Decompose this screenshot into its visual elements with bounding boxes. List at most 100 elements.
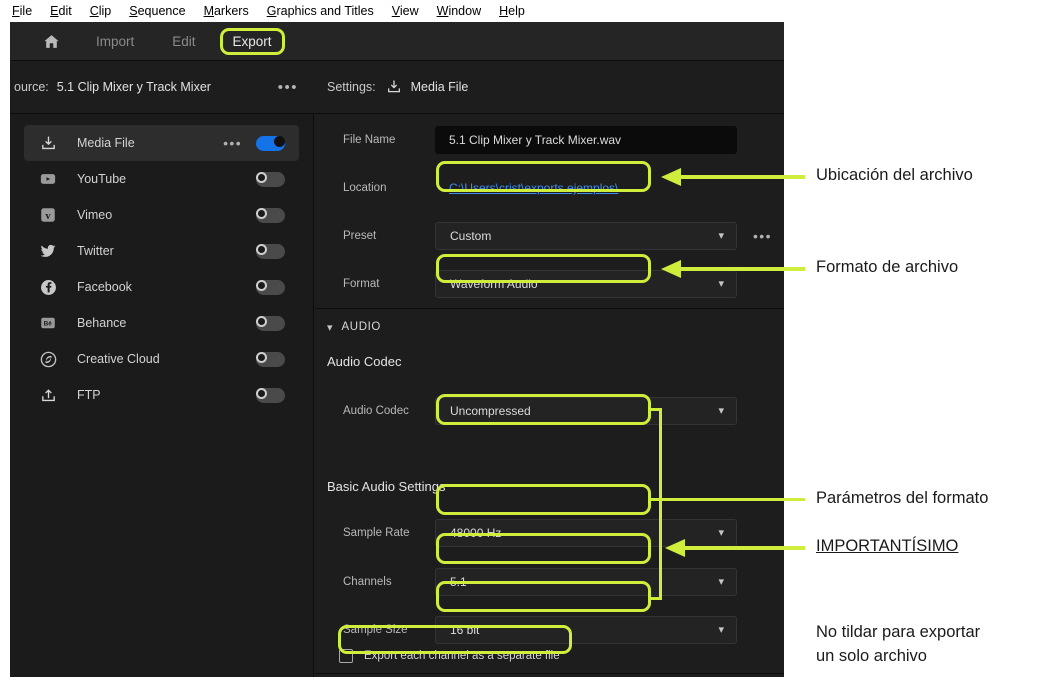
- audio-codec-value: Uncompressed: [450, 404, 531, 418]
- youtube-icon: [37, 168, 59, 190]
- basic-audio-settings-group-title: Basic Audio Settings: [327, 479, 446, 494]
- field-row-channels: Channels 5.1 ▾: [315, 565, 784, 599]
- menu-item-help[interactable]: Help: [499, 4, 525, 18]
- field-row-sample-rate: Sample Rate 48000 Hz ▾: [315, 516, 784, 550]
- sidebar-toggle-behance[interactable]: [256, 315, 285, 331]
- sidebar-item-more-button[interactable]: •••: [223, 136, 242, 150]
- chevron-down-icon: ▾: [718, 526, 724, 539]
- field-row-sample-size: Sample Size 16 bit ▾: [315, 613, 784, 647]
- export-each-channel-checkbox[interactable]: [339, 649, 353, 663]
- preset-dropdown[interactable]: Custom ▾: [435, 222, 737, 250]
- file-name-value: 5.1 Clip Mixer y Track Mixer.wav: [449, 133, 622, 147]
- annotation-format: Formato de archivo: [816, 258, 959, 276]
- channels-value: 5.1: [450, 575, 467, 589]
- sample-rate-label: Sample Rate: [343, 527, 410, 539]
- svg-text:Bē: Bē: [44, 321, 53, 328]
- behance-icon: Bē: [37, 312, 59, 334]
- audio-codec-label: Audio Codec: [343, 405, 409, 417]
- sidebar-toggle-youtube[interactable]: [256, 171, 285, 187]
- sample-size-value: 16 bit: [450, 623, 480, 637]
- menu-item-edit[interactable]: Edit: [50, 4, 72, 18]
- audio-codec-dropdown[interactable]: Uncompressed ▾: [435, 397, 737, 425]
- channels-label: Channels: [343, 576, 392, 588]
- toggle-knob: [256, 243, 267, 255]
- field-row-preset: Preset Custom ▾ •••: [315, 219, 784, 253]
- sidebar-item-creative-cloud[interactable]: Creative Cloud: [24, 341, 299, 377]
- preset-more-button[interactable]: •••: [753, 229, 772, 243]
- sidebar-item-youtube[interactable]: YouTube: [24, 161, 299, 197]
- sidebar-toggle-ftp[interactable]: [256, 387, 285, 403]
- location-label: Location: [343, 182, 387, 194]
- sidebar-item-label: Creative Cloud: [77, 352, 160, 366]
- sidebar-item-label: YouTube: [77, 172, 127, 186]
- sidebar-item-label: FTP: [77, 388, 101, 402]
- preset-value: Custom: [450, 229, 492, 243]
- menu-item-sequence[interactable]: Sequence: [129, 4, 185, 18]
- mode-tab-strip: Import Edit Export: [10, 22, 784, 61]
- tab-edit[interactable]: Edit: [164, 30, 203, 53]
- menu-item-markers[interactable]: Markers: [204, 4, 249, 18]
- sidebar-item-media-file[interactable]: Media File •••: [24, 125, 299, 161]
- sidebar-item-label: Vimeo: [77, 208, 113, 222]
- chevron-down-icon: ▾: [718, 229, 724, 242]
- field-row-file-name: File Name 5.1 Clip Mixer y Track Mixer.w…: [315, 123, 784, 157]
- file-name-label: File Name: [343, 134, 396, 146]
- sample-rate-dropdown[interactable]: 48000 Hz ▾: [435, 519, 737, 547]
- home-icon[interactable]: [36, 28, 66, 54]
- sidebar-item-twitter[interactable]: Twitter: [24, 233, 299, 269]
- sidebar-toggle-media-file[interactable]: [256, 135, 285, 151]
- sidebar-item-label: Media File: [77, 136, 135, 150]
- location-link-field[interactable]: C:\Users\crist\exports ejemplos\: [435, 174, 737, 202]
- media-file-icon: [37, 132, 59, 154]
- menu-item-clip[interactable]: Clip: [90, 4, 112, 18]
- menu-item-graphics-and-titles[interactable]: Graphics and Titles: [267, 4, 374, 18]
- sidebar-toggle-creative-cloud[interactable]: [256, 351, 285, 367]
- premiere-export-window: Import Edit Export ource: 5.1 Clip Mixer…: [10, 22, 784, 677]
- panel-bottom-bar: [315, 673, 784, 677]
- sidebar-item-behance[interactable]: Bē Behance: [24, 305, 299, 341]
- sidebar-item-vimeo[interactable]: v Vimeo: [24, 197, 299, 233]
- audio-section-header[interactable]: ▾ AUDIO: [315, 309, 784, 345]
- sidebar-toggle-vimeo[interactable]: [256, 207, 285, 223]
- tab-import[interactable]: Import: [88, 30, 142, 53]
- sidebar-item-ftp[interactable]: FTP: [24, 377, 299, 413]
- creative-cloud-icon: [37, 348, 59, 370]
- toggle-knob: [274, 135, 285, 147]
- annotation-checkbox-line2: un solo archivo: [816, 647, 927, 665]
- audio-section-title: AUDIO: [341, 321, 381, 333]
- sidebar-item-label: Facebook: [77, 280, 132, 294]
- media-file-icon: [386, 79, 402, 95]
- tab-export[interactable]: Export: [219, 27, 285, 55]
- format-dropdown[interactable]: Waveform Audio ▾: [435, 270, 737, 298]
- source-bar: ource: 5.1 Clip Mixer y Track Mixer •••: [10, 61, 314, 114]
- settings-panel: Settings: Media File File Name 5.1 Clip …: [315, 61, 784, 677]
- export-each-channel-checkbox-row[interactable]: Export each channel as a separate file: [339, 649, 560, 663]
- preset-label: Preset: [343, 230, 377, 242]
- menu-item-window[interactable]: Window: [437, 4, 481, 18]
- chevron-down-icon: ▾: [718, 575, 724, 588]
- annotation-location: Ubicación del archivo: [816, 166, 973, 184]
- location-value[interactable]: C:\Users\crist\exports ejemplos\: [449, 181, 618, 195]
- file-name-input[interactable]: 5.1 Clip Mixer y Track Mixer.wav: [435, 126, 737, 154]
- settings-header-value: Media File: [410, 80, 469, 94]
- vimeo-icon: v: [37, 204, 59, 226]
- sidebar-toggle-facebook[interactable]: [256, 279, 285, 295]
- svg-text:v: v: [45, 211, 51, 222]
- field-row-location: Location C:\Users\crist\exports ejemplos…: [315, 171, 784, 205]
- publish-destinations-list: Media File ••• YouTube v Vimeo Twitter F…: [10, 114, 314, 677]
- sidebar-toggle-twitter[interactable]: [256, 243, 285, 259]
- menu-item-view[interactable]: View: [392, 4, 419, 18]
- chevron-down-icon: ▾: [718, 623, 724, 636]
- toggle-knob: [256, 387, 267, 399]
- menu-item-file[interactable]: File: [12, 4, 32, 18]
- source-more-button[interactable]: •••: [278, 80, 298, 95]
- annotation-important: IMPORTANTÍSIMO: [816, 537, 959, 555]
- sidebar-item-facebook[interactable]: Facebook: [24, 269, 299, 305]
- field-row-audio-codec: Audio Codec Uncompressed ▾: [315, 394, 784, 428]
- annotation-checkbox-line1: No tildar para exportar: [816, 623, 981, 641]
- channels-dropdown[interactable]: 5.1 ▾: [435, 568, 737, 596]
- chevron-down-icon: ▾: [327, 321, 333, 334]
- source-value: 5.1 Clip Mixer y Track Mixer: [56, 80, 211, 94]
- twitter-icon: [37, 240, 59, 262]
- sample-size-dropdown[interactable]: 16 bit ▾: [435, 616, 737, 644]
